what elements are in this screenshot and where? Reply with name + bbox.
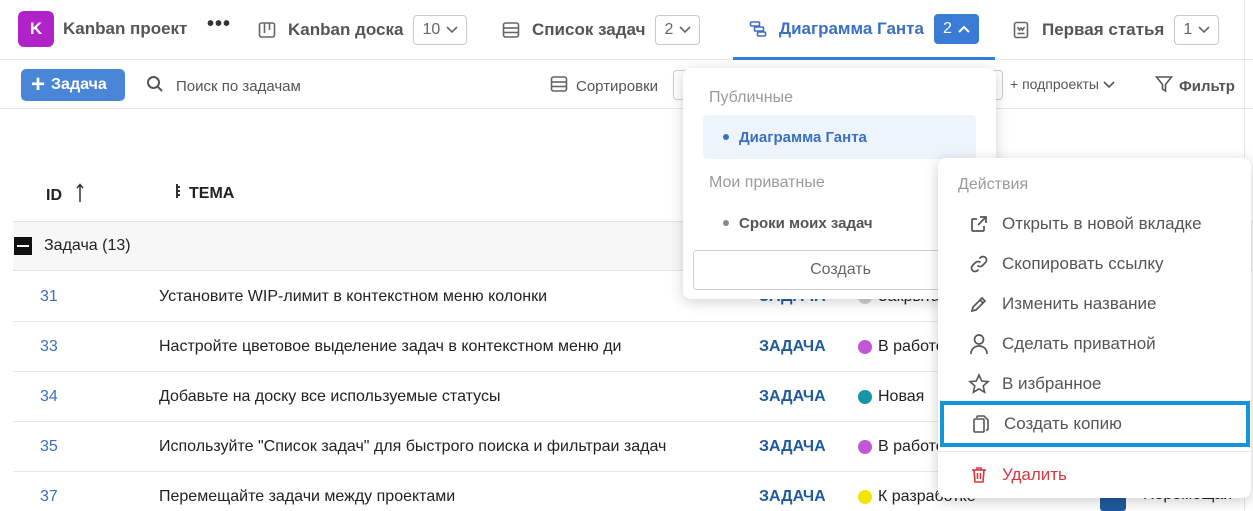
view-item-gantt[interactable]: Диаграмма Ганта [703, 115, 976, 159]
toolbar: + Задача Поиск по задачам Сортировки + п… [0, 61, 1253, 109]
task-status[interactable]: В работе [858, 438, 945, 456]
actions-menu: Действия Открыть в новой вкладке Скопиро… [938, 158, 1251, 498]
tab-gantt-chart[interactable]: Диаграмма Ганта 2 [733, 0, 995, 60]
task-status[interactable]: Новая [858, 388, 924, 406]
status-dot [858, 340, 872, 354]
user-icon [968, 333, 990, 355]
tab-count-dropdown[interactable]: 2 [655, 15, 701, 45]
column-resize-icon [175, 183, 181, 204]
tab-count-dropdown[interactable]: 1 [1174, 15, 1220, 45]
star-icon [968, 373, 990, 395]
task-type: ЗАДАЧА [759, 438, 826, 455]
actions-header: Действия [958, 176, 1029, 193]
menu-item-make-private[interactable]: Сделать приватной [938, 324, 1251, 364]
subprojects-toggle[interactable]: + подпроекты [1010, 76, 1115, 92]
kanban-board-icon [258, 21, 278, 39]
chevron-down-icon [446, 21, 458, 39]
column-header-subject[interactable]: ТЕМА [175, 183, 234, 204]
status-dot [858, 440, 872, 454]
filter-icon [1154, 75, 1174, 97]
menu-item-delete[interactable]: Удалить [938, 455, 1251, 495]
task-id-link[interactable]: 33 [40, 338, 58, 356]
task-type: ЗАДАЧА [759, 338, 826, 355]
chevron-down-icon [1198, 21, 1210, 39]
filter-button[interactable]: Фильтр [1154, 75, 1235, 97]
table-row[interactable]: 33 Настройте цветовое выделение задач в … [13, 322, 953, 372]
tab-label: Диаграмма Ганта [779, 18, 924, 38]
private-views-header: Мои приватные [709, 174, 825, 191]
task-type: ЗАДАЧА [759, 388, 826, 405]
task-id-link[interactable]: 35 [40, 438, 58, 456]
task-id-link[interactable]: 34 [40, 388, 58, 406]
tab-count-dropdown[interactable]: 10 [413, 15, 468, 45]
public-views-header: Публичные [709, 89, 793, 106]
external-link-icon [968, 213, 990, 235]
chevron-down-icon [679, 21, 691, 39]
task-id-link[interactable]: 37 [40, 488, 58, 506]
article-icon [1012, 21, 1032, 39]
status-dot [858, 390, 872, 404]
menu-divider [938, 451, 1251, 452]
tab-label: Kanban доска [288, 20, 404, 39]
task-subject[interactable]: Настройте цветовое выделение задач в кон… [159, 338, 709, 356]
tab-first-article[interactable]: Первая статья 1 [1012, 0, 1220, 60]
link-icon [968, 253, 990, 275]
collapse-icon[interactable] [14, 237, 32, 255]
task-type: ЗАДАЧА [759, 488, 826, 505]
task-subject[interactable]: Установите WIP-лимит в контекстном меню … [159, 288, 709, 306]
gantt-icon [749, 20, 769, 38]
menu-item-open-new-tab[interactable]: Открыть в новой вкладке [938, 204, 1251, 244]
menu-item-copy-link[interactable]: Скопировать ссылку [938, 244, 1251, 284]
task-status[interactable]: В работе [858, 338, 945, 356]
project-name[interactable]: Kanban проект [63, 19, 187, 39]
status-dot [858, 490, 872, 504]
table-row[interactable]: 35 Используйте "Список задач" для быстро… [13, 422, 953, 472]
add-task-button[interactable]: + Задача [21, 69, 125, 101]
project-more-icon[interactable]: ••• [207, 13, 231, 36]
pencil-icon [968, 293, 990, 315]
menu-item-add-favorite[interactable]: В избранное [938, 364, 1251, 404]
column-header-id[interactable]: ID [46, 183, 84, 208]
bullet-icon [723, 134, 729, 140]
chevron-down-icon [1103, 76, 1115, 92]
group-label: Задача (13) [44, 237, 131, 254]
table-row[interactable]: 34 Добавьте на доску все используемые ст… [13, 372, 953, 422]
task-subject[interactable]: Используйте "Список задач" для быстрого … [159, 438, 709, 456]
menu-item-rename[interactable]: Изменить название [938, 284, 1251, 324]
sort-button[interactable]: Сортировки [550, 75, 658, 97]
table-row[interactable]: 37 Перемещайте задачи между проектами ЗА… [13, 472, 976, 511]
tab-kanban-board[interactable]: Kanban доска 10 [258, 0, 468, 60]
trash-icon [968, 464, 990, 486]
tab-task-list[interactable]: Список задач 2 [502, 0, 701, 60]
search-input[interactable]: Поиск по задачам [146, 75, 301, 97]
view-item-my-deadlines[interactable]: Сроки моих задач [703, 201, 976, 245]
bullet-icon [723, 220, 729, 226]
plus-icon: + [31, 71, 46, 98]
search-icon [146, 75, 164, 97]
search-placeholder: Поиск по задачам [176, 77, 301, 95]
task-id-link[interactable]: 31 [40, 288, 58, 306]
tab-label: Список задач [532, 20, 646, 39]
menu-item-duplicate[interactable]: Создать копию [940, 401, 1250, 447]
task-subject[interactable]: Добавьте на доску все используемые стату… [159, 388, 709, 406]
list-icon [502, 21, 522, 39]
chevron-up-icon [958, 20, 970, 38]
sort-icon [550, 75, 568, 97]
top-bar: K Kanban проект ••• Kanban доска 10 Спис… [0, 0, 1253, 60]
tab-count-dropdown[interactable]: 2 [933, 13, 979, 44]
copy-icon [970, 413, 992, 435]
task-subject[interactable]: Перемещайте задачи между проектами [159, 488, 709, 506]
tab-label: Первая статья [1042, 20, 1165, 39]
sort-asc-icon [76, 183, 84, 208]
project-avatar[interactable]: K [18, 11, 54, 47]
